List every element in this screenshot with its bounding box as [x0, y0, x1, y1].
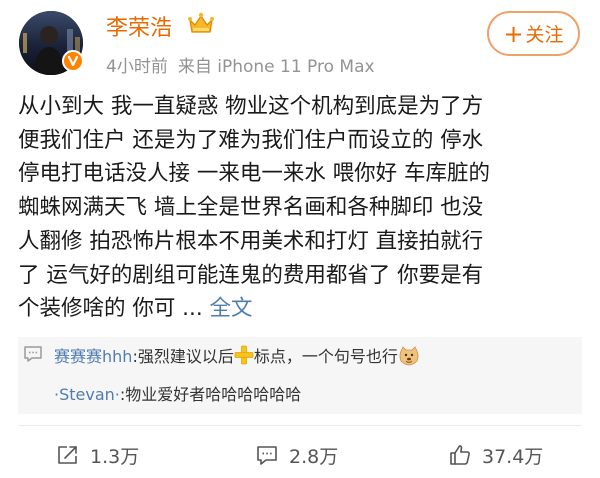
follow-button[interactable]: + 关注 [487, 11, 580, 56]
like-icon [450, 445, 470, 465]
commenter-name[interactable]: ·Stevan· [54, 385, 120, 404]
post-meta: 4小时前 来自 iPhone 11 Pro Max [106, 52, 375, 77]
comment-bubble-icon [24, 346, 42, 362]
comment-text: :物业爱好者哈哈哈哈哈哈 [119, 385, 302, 404]
post-source: 来自 iPhone 11 Pro Max [177, 57, 375, 77]
follow-label: 关注 [525, 24, 564, 46]
post-text-line: 人翻修 拍恐怖片根本不用美术和打灯 直接拍就行 [18, 228, 484, 254]
verified-badge-icon [62, 50, 84, 72]
full-text-link[interactable]: 全文 [210, 296, 253, 321]
comment-item[interactable]: ·Stevan·:物业爱好者哈哈哈哈哈哈 [54, 381, 301, 405]
comment-item[interactable]: 赛赛赛hhh:强烈建议以后 标点，一个句号也行 [54, 343, 420, 367]
username[interactable]: 李荣浩 [106, 10, 172, 42]
comment-text: :强烈建议以后 [132, 347, 234, 366]
post-text-line: 了 运气好的剧组可能连鬼的费用都省了 你要是有 [18, 262, 484, 288]
post-text: 从小到大 我一直疑惑 物业这个机构到底是为了方 便我们住户 还是为了难为我们住户… [18, 90, 584, 326]
like-count: 37.4万 [482, 445, 544, 468]
repost-button[interactable]: 1.3万 [56, 440, 139, 470]
repost-count: 1.3万 [90, 445, 140, 468]
repost-icon [58, 446, 77, 464]
post-text-line: 便我们住户 还是为了难为我们住户而设立的 停水 [18, 127, 484, 153]
post-text-line: 蜘蛛网满天飞 墙上全是世界名画和各种脚印 也没 [18, 195, 484, 221]
post-time: 4小时前 [106, 57, 168, 77]
post-text-last-line: 个装修啥的 你可 ... 全文 [18, 292, 584, 326]
weibo-post: 李荣浩 4小时前 来自 iPhone 11 Pro Max + 关注 从小到大 我… [0, 0, 600, 478]
plus-icon: + [503, 19, 524, 48]
comment-icon [257, 446, 277, 465]
comment-text: 标点，一个句号也行 [253, 347, 398, 366]
commenter-name[interactable]: 赛赛赛hhh [54, 347, 132, 366]
post-text-truncated: 个装修啥的 你可 ... [18, 296, 210, 322]
like-button[interactable]: 37.4万 [448, 440, 543, 470]
comment-count: 2.8万 [289, 445, 339, 468]
comment-button[interactable]: 2.8万 [255, 440, 338, 470]
doge-emoji-icon [399, 346, 419, 366]
crown-icon[interactable] [188, 12, 214, 36]
plus-emoji-icon [234, 345, 254, 365]
divider [18, 425, 582, 426]
post-text-line: 停电打电话没人接 一来电一来水 喂你好 车库脏的 [18, 161, 491, 187]
post-text-line: 从小到大 我一直疑惑 物业这个机构到底是为了方 [18, 94, 484, 119]
hot-comments[interactable]: 赛赛赛hhh:强烈建议以后 标点，一个句号也行 ·Stevan·:物业爱好者哈哈哈… [18, 337, 582, 414]
